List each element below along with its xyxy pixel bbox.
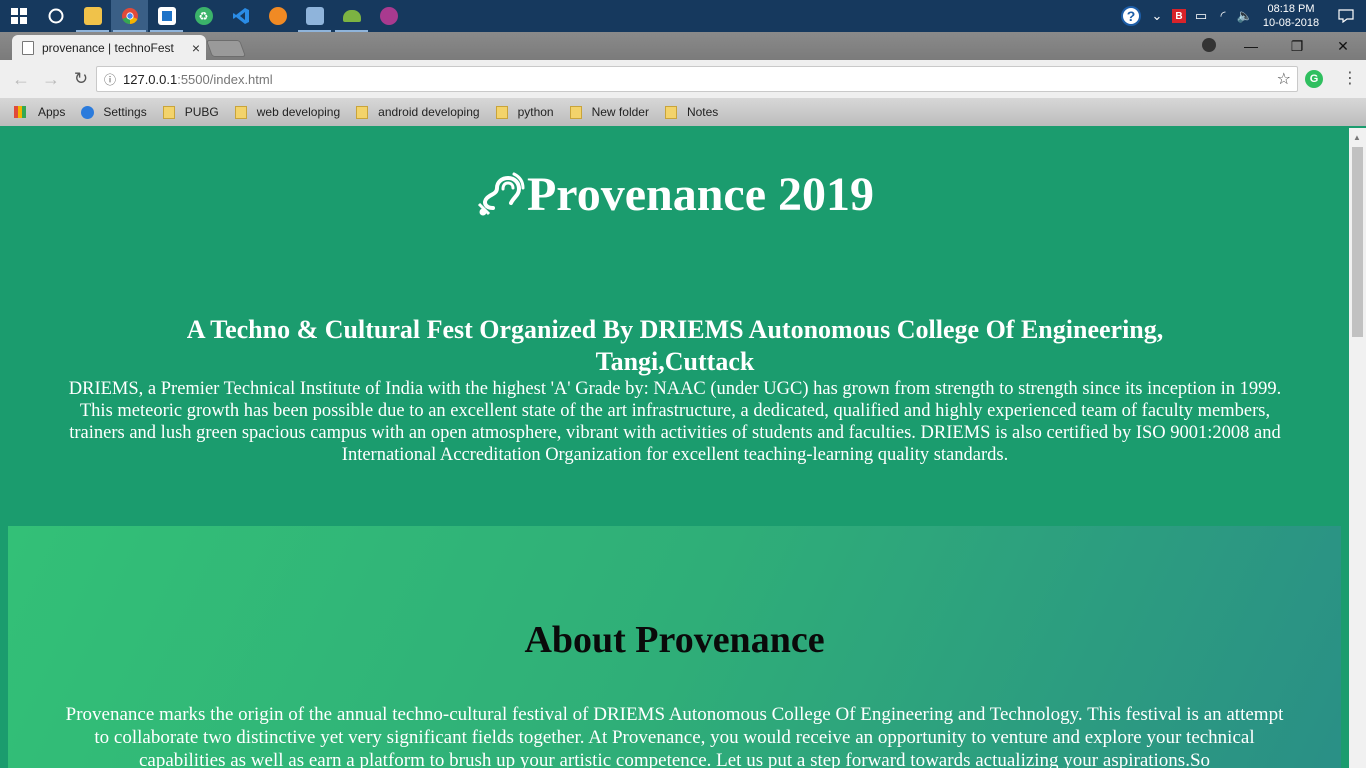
clock-date: 10-08-2018 bbox=[1262, 17, 1320, 29]
about-heading: About Provenance bbox=[524, 619, 825, 661]
bookmark-label: Settings bbox=[103, 105, 147, 119]
scroll-up-arrow-icon[interactable]: ▲ bbox=[1353, 133, 1361, 142]
back-arrow-icon[interactable]: ← bbox=[6, 69, 36, 90]
gear-icon bbox=[81, 105, 95, 119]
reload-icon[interactable]: ↻ bbox=[66, 69, 96, 89]
college-intro: DRIEMS, a Premier Technical Institute of… bbox=[68, 379, 1282, 465]
app-window-icon bbox=[157, 7, 176, 25]
taskbar-app-photos[interactable] bbox=[296, 0, 333, 32]
folder-icon bbox=[234, 105, 247, 119]
browser-tab[interactable]: provenance | technoFest × bbox=[12, 35, 206, 60]
volume-icon[interactable]: 🔈 bbox=[1234, 0, 1256, 32]
forward-arrow-icon[interactable]: → bbox=[36, 69, 66, 90]
android-icon bbox=[342, 10, 361, 22]
taskbar-android-studio[interactable] bbox=[333, 0, 370, 32]
bookmark-label: python bbox=[517, 105, 554, 119]
bookmark-label: PUBG bbox=[184, 105, 219, 119]
grammarly-extension-icon[interactable]: G bbox=[1305, 70, 1323, 88]
bookmark-apps[interactable]: Apps bbox=[14, 105, 65, 119]
bookmark-web-developing[interactable]: web developing bbox=[234, 105, 341, 119]
taskbar-file-explorer[interactable] bbox=[74, 0, 111, 32]
window-controls: — ❐ ✕ bbox=[1228, 32, 1366, 60]
clock-time: 08:18 PM bbox=[1267, 3, 1315, 15]
notification-icon bbox=[1338, 9, 1354, 23]
address-bar[interactable]: ⓘ 127.0.0.1:5500/index.html ☆ bbox=[96, 66, 1298, 92]
taskbar-chrome[interactable] bbox=[111, 0, 148, 32]
about-section: About Provenance Provenance marks the or… bbox=[8, 526, 1341, 768]
fest-subtitle: A Techno & Cultural Fest Organized By DR… bbox=[186, 315, 1164, 376]
account-icon[interactable] bbox=[1202, 38, 1216, 52]
url-host: 127.0.0.1 bbox=[123, 71, 178, 87]
chevron-up-icon[interactable]: ⌄ bbox=[1146, 0, 1168, 32]
system-tray: ? ⌄ B ▭ ◜ 🔈 08:18 PM 10-08-2018 bbox=[1116, 0, 1366, 32]
url-path: :5500/index.html bbox=[177, 71, 273, 87]
taskbar-clock[interactable]: 08:18 PM 10-08-2018 bbox=[1256, 2, 1326, 30]
browser-tabstrip: provenance | technoFest × — ❐ ✕ bbox=[0, 32, 1366, 60]
scrollbar-thumb[interactable] bbox=[1352, 147, 1363, 337]
bird-icon bbox=[268, 7, 287, 25]
purple-app-icon bbox=[379, 7, 398, 25]
bookmark-label: New folder bbox=[591, 105, 649, 119]
vscode-icon bbox=[232, 8, 249, 24]
help-icon[interactable]: ? bbox=[1116, 0, 1146, 32]
folder-icon bbox=[162, 105, 175, 119]
folder-icon bbox=[356, 105, 369, 119]
taskbar-app-window[interactable] bbox=[148, 0, 185, 32]
bookmark-android-developing[interactable]: android developing bbox=[356, 105, 480, 119]
bookmark-new-folder[interactable]: New folder bbox=[569, 105, 649, 119]
close-window-icon[interactable]: ✕ bbox=[1320, 32, 1366, 60]
title-text: Provenance 2019 bbox=[526, 168, 875, 221]
about-text: Provenance marks the origin of the annua… bbox=[65, 704, 1284, 768]
bookmark-label: Notes bbox=[686, 105, 719, 119]
page-scrollbar[interactable]: ▲ bbox=[1349, 128, 1366, 768]
page-title: Provenance 2019 bbox=[0, 168, 1349, 220]
restore-icon[interactable]: ❐ bbox=[1274, 32, 1320, 60]
bookmark-pubg[interactable]: PUBG bbox=[162, 105, 219, 119]
cortana-circle-icon bbox=[48, 8, 63, 24]
recycle-icon: ♻ bbox=[194, 7, 213, 25]
chrome-menu-icon[interactable]: ⋮ bbox=[1340, 69, 1360, 89]
taskbar-app-purple[interactable] bbox=[370, 0, 407, 32]
minimize-icon[interactable]: — bbox=[1228, 32, 1274, 60]
bookmark-star-icon[interactable]: ☆ bbox=[1277, 69, 1291, 89]
windows-logo-icon bbox=[10, 8, 27, 24]
bookmark-label: Apps bbox=[38, 105, 66, 119]
folder-icon bbox=[83, 7, 102, 25]
folder-icon bbox=[664, 105, 677, 119]
bookmark-label: android developing bbox=[378, 105, 480, 119]
site-info-icon[interactable]: ⓘ bbox=[97, 71, 123, 88]
new-tab-button[interactable] bbox=[205, 40, 247, 57]
folder-icon bbox=[495, 105, 508, 119]
chrome-icon bbox=[121, 8, 138, 25]
antivirus-icon[interactable]: B bbox=[1168, 0, 1190, 32]
page-viewport: Provenance 2019 A Techno & Cultural Fest… bbox=[0, 128, 1366, 768]
bookmark-label: web developing bbox=[256, 105, 341, 119]
bookmarks-bar: Apps Settings PUBG web developing androi… bbox=[0, 98, 1366, 126]
wifi-icon[interactable]: ◜ bbox=[1212, 0, 1234, 32]
bookmark-settings[interactable]: Settings bbox=[81, 105, 147, 119]
bookmark-notes[interactable]: Notes bbox=[664, 105, 719, 119]
apps-grid-icon bbox=[14, 106, 26, 118]
cortana-button[interactable] bbox=[37, 0, 74, 32]
start-button[interactable] bbox=[0, 0, 37, 32]
tab-title: provenance | technoFest bbox=[42, 40, 174, 55]
photos-icon bbox=[305, 7, 324, 25]
windows-taskbar: ♻ ? ⌄ B ▭ ◜ 🔈 08:18 PM 10-08-2018 bbox=[0, 0, 1366, 32]
tab-close-icon[interactable]: × bbox=[186, 40, 206, 56]
taskbar-vscode[interactable] bbox=[222, 0, 259, 32]
folder-icon bbox=[569, 105, 582, 119]
page-favicon-icon bbox=[22, 40, 34, 55]
browser-toolbar: ← → ↻ ⓘ 127.0.0.1:5500/index.html ☆ G ⋮ bbox=[0, 60, 1366, 98]
hearing-ear-icon bbox=[477, 172, 525, 216]
taskbar-app-bird[interactable] bbox=[259, 0, 296, 32]
taskbar-app-recycle[interactable]: ♻ bbox=[185, 0, 222, 32]
notification-center-button[interactable] bbox=[1326, 0, 1366, 32]
bookmark-python[interactable]: python bbox=[495, 105, 554, 119]
battery-icon[interactable]: ▭ bbox=[1190, 0, 1212, 32]
